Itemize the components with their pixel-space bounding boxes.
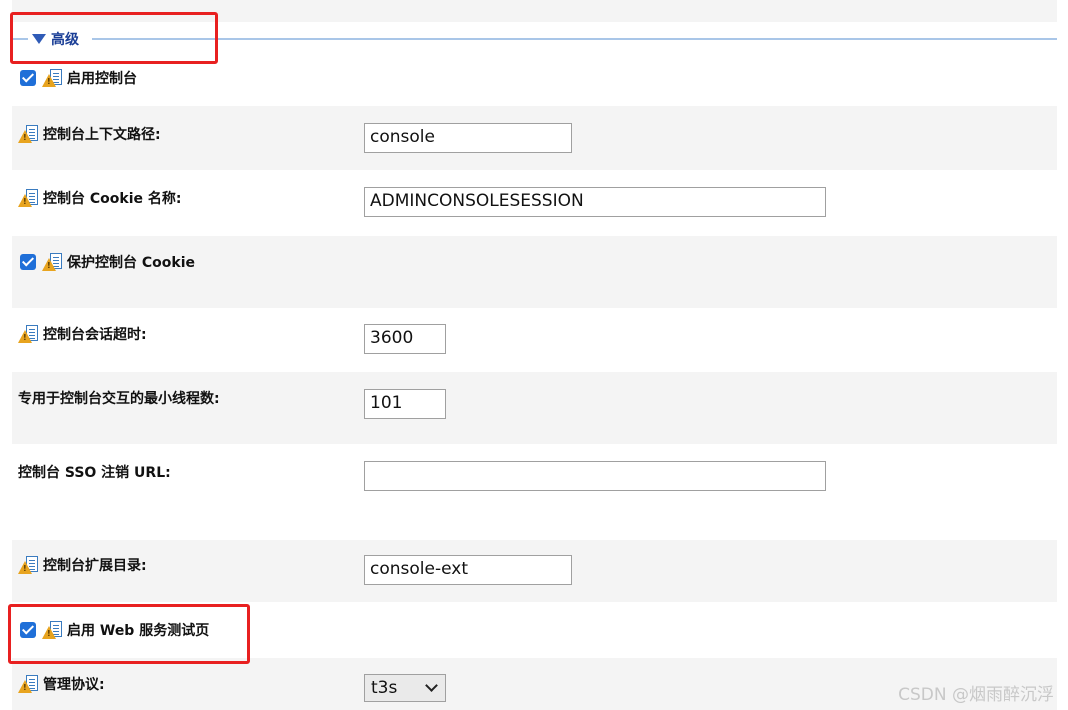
- admin-protocol-value: t3s: [371, 678, 398, 698]
- row-sso-logout-url: 控制台 SSO 注销 URL:: [12, 446, 1057, 538]
- min-threads-label: 专用于控制台交互的最小线程数:: [18, 391, 220, 407]
- highlight-box-advanced: [10, 12, 218, 64]
- row-cookie-name: ! 控制台 Cookie 名称: ADMINCONSOLESESSION: [12, 172, 1057, 234]
- warning-doc-icon: !: [42, 252, 64, 272]
- context-path-input[interactable]: console: [364, 123, 572, 153]
- sso-logout-url-input[interactable]: [364, 461, 826, 491]
- warning-doc-icon: !: [18, 555, 40, 575]
- section-divider: [92, 38, 1057, 40]
- cookie-name-label: 控制台 Cookie 名称:: [43, 191, 182, 207]
- min-threads-input[interactable]: 101: [364, 389, 446, 419]
- warning-doc-icon: !: [18, 124, 40, 144]
- admin-protocol-select[interactable]: t3s: [364, 674, 446, 702]
- protect-cookie-checkbox[interactable]: [20, 254, 36, 270]
- cookie-name-input[interactable]: ADMINCONSOLESESSION: [364, 187, 826, 217]
- warning-doc-icon: !: [18, 188, 40, 208]
- sso-logout-url-label: 控制台 SSO 注销 URL:: [18, 465, 171, 481]
- row-min-threads: 专用于控制台交互的最小线程数: 101: [12, 372, 1057, 444]
- highlight-box-ws-test: [8, 604, 250, 664]
- session-timeout-label: 控制台会话超时:: [43, 327, 147, 343]
- enable-console-checkbox[interactable]: [20, 70, 36, 86]
- watermark: CSDN @烟雨醉沉浮: [898, 685, 1054, 705]
- chevron-down-icon: [425, 679, 438, 692]
- row-protect-cookie: ! 保护控制台 Cookie: [12, 236, 1057, 308]
- warning-doc-icon: !: [18, 674, 40, 694]
- row-session-timeout: ! 控制台会话超时: 3600: [12, 310, 1057, 370]
- warning-doc-icon: !: [42, 68, 64, 88]
- enable-console-label: 启用控制台: [67, 71, 137, 87]
- row-context-path: ! 控制台上下文路径: console: [12, 106, 1057, 170]
- session-timeout-input[interactable]: 3600: [364, 324, 446, 354]
- warning-doc-icon: !: [18, 324, 40, 344]
- context-path-label: 控制台上下文路径:: [43, 127, 161, 143]
- row-extension-dir: ! 控制台扩展目录: console-ext: [12, 540, 1057, 602]
- admin-protocol-label: 管理协议:: [43, 677, 105, 693]
- extension-dir-label: 控制台扩展目录:: [43, 558, 147, 574]
- page: 高级 ! 启用控制台 ! 控制台上下文路径: console ! 控制台 Coo…: [0, 0, 1068, 710]
- extension-dir-input[interactable]: console-ext: [364, 555, 572, 585]
- protect-cookie-label: 保护控制台 Cookie: [67, 255, 195, 271]
